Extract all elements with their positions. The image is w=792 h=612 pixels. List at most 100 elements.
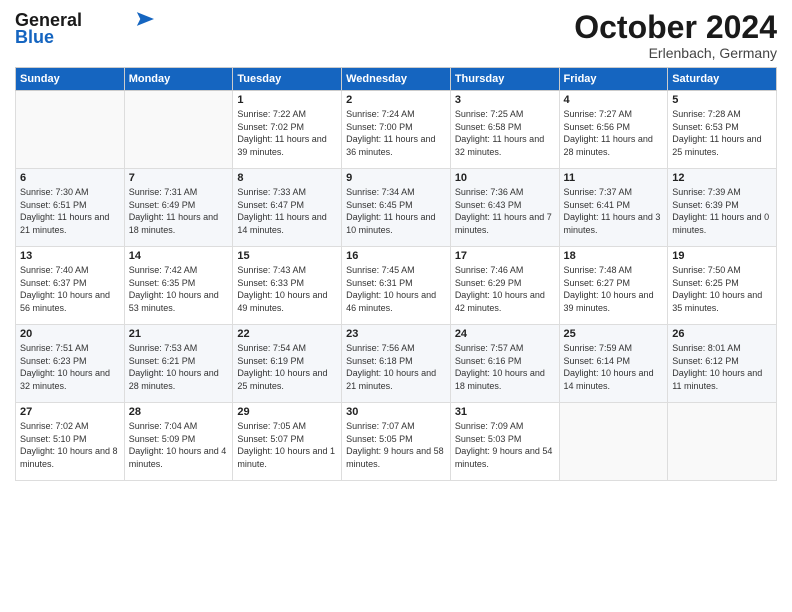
calendar-week-row: 13Sunrise: 7:40 AM Sunset: 6:37 PM Dayli… bbox=[16, 247, 777, 325]
day-details: Sunrise: 7:30 AM Sunset: 6:51 PM Dayligh… bbox=[20, 186, 120, 236]
calendar-cell: 31 Sunrise: 7:09 AM Sunset: 5:03 PM Dayli… bbox=[450, 403, 559, 481]
day-details: Sunrise: 7:51 AM Sunset: 6:23 PM Dayligh… bbox=[20, 342, 120, 392]
calendar-week-row: 6 Sunrise: 7:30 AM Sunset: 6:51 PM Daylig… bbox=[16, 169, 777, 247]
logo-arrow-icon bbox=[130, 12, 154, 26]
calendar-cell: 4 Sunrise: 7:27 AM Sunset: 6:56 PM Daylig… bbox=[559, 91, 668, 169]
day-number: 25 bbox=[564, 328, 664, 340]
day-number: 22 bbox=[237, 328, 337, 340]
day-details: Sunrise: 7:07 AM Sunset: 5:05 PM Dayligh… bbox=[346, 420, 446, 470]
day-number: 20 bbox=[20, 328, 120, 340]
day-number: 10 bbox=[455, 172, 555, 184]
calendar-cell: 27Sunrise: 7:02 AM Sunset: 5:10 PM Dayli… bbox=[16, 403, 125, 481]
logo: General Blue bbox=[15, 10, 154, 48]
calendar-cell bbox=[16, 91, 125, 169]
calendar-cell: 13Sunrise: 7:40 AM Sunset: 6:37 PM Dayli… bbox=[16, 247, 125, 325]
day-details: Sunrise: 7:36 AM Sunset: 6:43 PM Dayligh… bbox=[455, 186, 555, 236]
day-details: Sunrise: 7:25 AM Sunset: 6:58 PM Dayligh… bbox=[455, 108, 555, 158]
day-details: Sunrise: 7:56 AM Sunset: 6:18 PM Dayligh… bbox=[346, 342, 446, 392]
day-number: 29 bbox=[237, 406, 337, 418]
calendar-cell: 19 Sunrise: 7:50 AM Sunset: 6:25 PM Dayli… bbox=[668, 247, 777, 325]
calendar-cell: 22 Sunrise: 7:54 AM Sunset: 6:19 PM Dayli… bbox=[233, 325, 342, 403]
day-details: Sunrise: 7:33 AM Sunset: 6:47 PM Dayligh… bbox=[237, 186, 337, 236]
logo-blue: Blue bbox=[15, 27, 54, 48]
calendar-cell bbox=[559, 403, 668, 481]
day-number: 8 bbox=[237, 172, 337, 184]
weekday-header-friday: Friday bbox=[559, 68, 668, 91]
weekday-header-sunday: Sunday bbox=[16, 68, 125, 91]
calendar-week-row: 1Sunrise: 7:22 AM Sunset: 7:02 PM Daylig… bbox=[16, 91, 777, 169]
calendar-cell: 12 Sunrise: 7:39 AM Sunset: 6:39 PM Dayli… bbox=[668, 169, 777, 247]
calendar-cell: 30Sunrise: 7:07 AM Sunset: 5:05 PM Dayli… bbox=[342, 403, 451, 481]
day-number: 14 bbox=[129, 250, 229, 262]
day-details: Sunrise: 7:57 AM Sunset: 6:16 PM Dayligh… bbox=[455, 342, 555, 392]
day-details: Sunrise: 7:53 AM Sunset: 6:21 PM Dayligh… bbox=[129, 342, 229, 392]
day-number: 28 bbox=[129, 406, 229, 418]
day-details: Sunrise: 7:05 AM Sunset: 5:07 PM Dayligh… bbox=[237, 420, 337, 470]
weekday-header-wednesday: Wednesday bbox=[342, 68, 451, 91]
day-details: Sunrise: 7:24 AM Sunset: 7:00 PM Dayligh… bbox=[346, 108, 446, 158]
calendar-cell: 9 Sunrise: 7:34 AM Sunset: 6:45 PM Daylig… bbox=[342, 169, 451, 247]
calendar-cell: 23 Sunrise: 7:56 AM Sunset: 6:18 PM Dayli… bbox=[342, 325, 451, 403]
day-details: Sunrise: 7:27 AM Sunset: 6:56 PM Dayligh… bbox=[564, 108, 664, 158]
day-details: Sunrise: 7:28 AM Sunset: 6:53 PM Dayligh… bbox=[672, 108, 772, 158]
calendar-cell: 7 Sunrise: 7:31 AM Sunset: 6:49 PM Daylig… bbox=[124, 169, 233, 247]
day-details: Sunrise: 7:46 AM Sunset: 6:29 PM Dayligh… bbox=[455, 264, 555, 314]
weekday-header-saturday: Saturday bbox=[668, 68, 777, 91]
day-details: Sunrise: 7:31 AM Sunset: 6:49 PM Dayligh… bbox=[129, 186, 229, 236]
day-number: 6 bbox=[20, 172, 120, 184]
calendar-cell: 1Sunrise: 7:22 AM Sunset: 7:02 PM Daylig… bbox=[233, 91, 342, 169]
calendar-cell: 5Sunrise: 7:28 AM Sunset: 6:53 PM Daylig… bbox=[668, 91, 777, 169]
day-number: 19 bbox=[672, 250, 772, 262]
calendar-cell: 6 Sunrise: 7:30 AM Sunset: 6:51 PM Daylig… bbox=[16, 169, 125, 247]
day-details: Sunrise: 7:40 AM Sunset: 6:37 PM Dayligh… bbox=[20, 264, 120, 314]
weekday-header-thursday: Thursday bbox=[450, 68, 559, 91]
calendar-cell: 2 Sunrise: 7:24 AM Sunset: 7:00 PM Daylig… bbox=[342, 91, 451, 169]
day-number: 23 bbox=[346, 328, 446, 340]
calendar-week-row: 27Sunrise: 7:02 AM Sunset: 5:10 PM Dayli… bbox=[16, 403, 777, 481]
calendar-cell bbox=[124, 91, 233, 169]
calendar-cell: 15 Sunrise: 7:43 AM Sunset: 6:33 PM Dayli… bbox=[233, 247, 342, 325]
day-number: 27 bbox=[20, 406, 120, 418]
day-details: Sunrise: 7:43 AM Sunset: 6:33 PM Dayligh… bbox=[237, 264, 337, 314]
calendar-cell: 29 Sunrise: 7:05 AM Sunset: 5:07 PM Dayli… bbox=[233, 403, 342, 481]
day-details: Sunrise: 7:48 AM Sunset: 6:27 PM Dayligh… bbox=[564, 264, 664, 314]
day-details: Sunrise: 7:22 AM Sunset: 7:02 PM Dayligh… bbox=[237, 108, 337, 158]
weekday-header-tuesday: Tuesday bbox=[233, 68, 342, 91]
day-number: 31 bbox=[455, 406, 555, 418]
day-number: 3 bbox=[455, 94, 555, 106]
calendar-week-row: 20 Sunrise: 7:51 AM Sunset: 6:23 PM Dayli… bbox=[16, 325, 777, 403]
day-details: Sunrise: 7:54 AM Sunset: 6:19 PM Dayligh… bbox=[237, 342, 337, 392]
calendar-cell: 21Sunrise: 7:53 AM Sunset: 6:21 PM Dayli… bbox=[124, 325, 233, 403]
day-number: 11 bbox=[564, 172, 664, 184]
day-number: 9 bbox=[346, 172, 446, 184]
day-number: 7 bbox=[129, 172, 229, 184]
month-title: October 2024 bbox=[574, 10, 777, 45]
calendar-cell: 24Sunrise: 7:57 AM Sunset: 6:16 PM Dayli… bbox=[450, 325, 559, 403]
day-details: Sunrise: 7:09 AM Sunset: 5:03 PM Dayligh… bbox=[455, 420, 555, 470]
calendar-cell: 3 Sunrise: 7:25 AM Sunset: 6:58 PM Daylig… bbox=[450, 91, 559, 169]
day-number: 4 bbox=[564, 94, 664, 106]
day-details: Sunrise: 7:50 AM Sunset: 6:25 PM Dayligh… bbox=[672, 264, 772, 314]
day-number: 17 bbox=[455, 250, 555, 262]
day-details: Sunrise: 7:04 AM Sunset: 5:09 PM Dayligh… bbox=[129, 420, 229, 470]
calendar-cell: 18Sunrise: 7:48 AM Sunset: 6:27 PM Dayli… bbox=[559, 247, 668, 325]
day-details: Sunrise: 7:42 AM Sunset: 6:35 PM Dayligh… bbox=[129, 264, 229, 314]
calendar-cell: 17 Sunrise: 7:46 AM Sunset: 6:29 PM Dayli… bbox=[450, 247, 559, 325]
weekday-header-monday: Monday bbox=[124, 68, 233, 91]
calendar-cell: 10 Sunrise: 7:36 AM Sunset: 6:43 PM Dayli… bbox=[450, 169, 559, 247]
day-number: 26 bbox=[672, 328, 772, 340]
day-number: 15 bbox=[237, 250, 337, 262]
day-details: Sunrise: 7:39 AM Sunset: 6:39 PM Dayligh… bbox=[672, 186, 772, 236]
day-number: 16 bbox=[346, 250, 446, 262]
calendar-cell bbox=[668, 403, 777, 481]
day-details: Sunrise: 8:01 AM Sunset: 6:12 PM Dayligh… bbox=[672, 342, 772, 392]
day-details: Sunrise: 7:34 AM Sunset: 6:45 PM Dayligh… bbox=[346, 186, 446, 236]
day-number: 2 bbox=[346, 94, 446, 106]
day-details: Sunrise: 7:45 AM Sunset: 6:31 PM Dayligh… bbox=[346, 264, 446, 314]
calendar-cell: 20 Sunrise: 7:51 AM Sunset: 6:23 PM Dayli… bbox=[16, 325, 125, 403]
calendar-cell: 11 Sunrise: 7:37 AM Sunset: 6:41 PM Dayli… bbox=[559, 169, 668, 247]
location-subtitle: Erlenbach, Germany bbox=[574, 45, 777, 61]
day-details: Sunrise: 7:37 AM Sunset: 6:41 PM Dayligh… bbox=[564, 186, 664, 236]
calendar-cell: 28 Sunrise: 7:04 AM Sunset: 5:09 PM Dayli… bbox=[124, 403, 233, 481]
day-number: 12 bbox=[672, 172, 772, 184]
